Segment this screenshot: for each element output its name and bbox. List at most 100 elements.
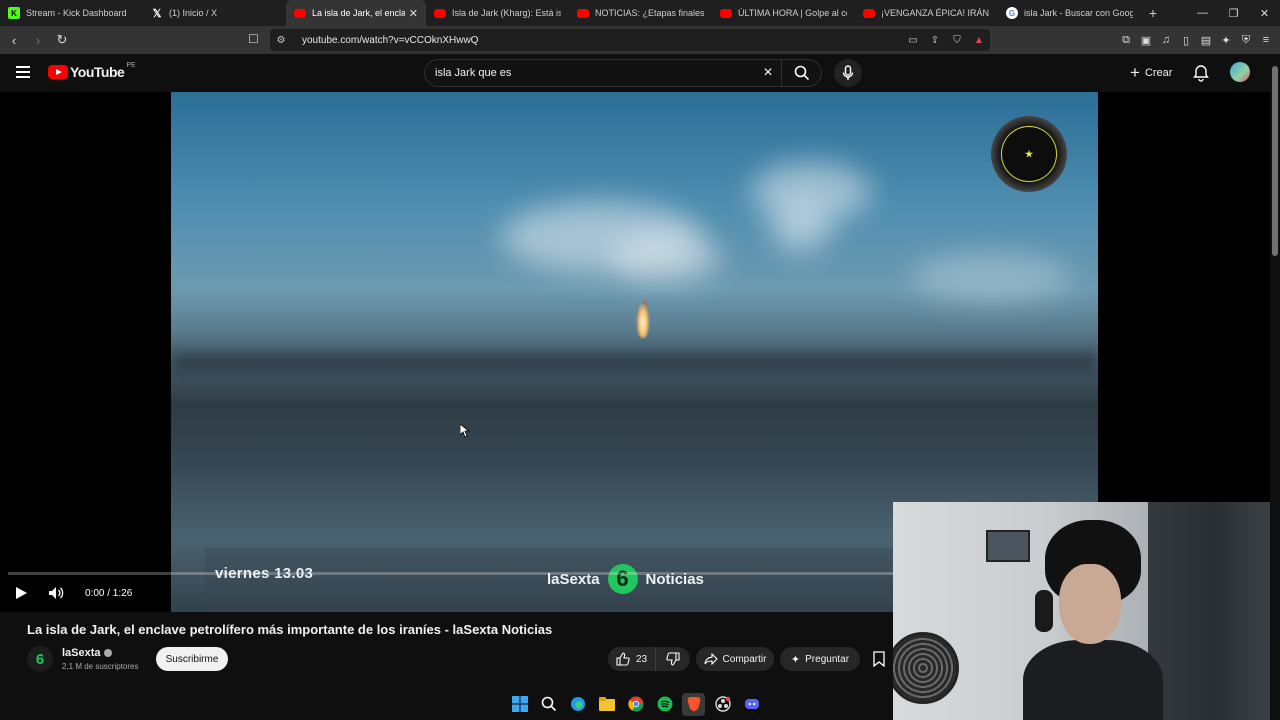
militia-emblem-logo: ★ <box>991 116 1067 192</box>
search-icon <box>794 65 809 81</box>
tab-label: Stream - Kick Dashboard <box>26 8 127 18</box>
mouse-cursor-icon <box>460 424 470 438</box>
tab-video-5[interactable]: ¡VENGANZA ÉPICA! IRÁN Aniq <box>855 0 998 26</box>
ask-label: Preguntar <box>805 653 850 665</box>
play-icon[interactable] <box>14 586 28 600</box>
sidebar-icon[interactable]: ▯ <box>1178 30 1194 50</box>
cloud-blur <box>911 252 1071 302</box>
browser-toolbar: ‹ › ↻ ☐ ⚙ youtube.com/watch?v=vCCOknXHww… <box>0 26 1280 54</box>
volume-icon[interactable] <box>48 586 64 600</box>
youtube-logo[interactable]: YouTube PE <box>48 61 136 80</box>
edge-icon[interactable] <box>566 693 589 716</box>
new-tab-button[interactable]: + <box>1141 5 1165 21</box>
like-button[interactable]: 23 <box>608 647 657 671</box>
account-avatar[interactable] <box>1230 62 1250 82</box>
vpn-icon[interactable]: ⛨ <box>1238 30 1254 50</box>
tab-video-4[interactable]: ÚLTIMA HORA | Golpe al coraz <box>712 0 855 26</box>
obs-icon[interactable] <box>711 693 734 716</box>
clear-search-icon[interactable]: × <box>755 64 781 82</box>
extensions-icon[interactable]: ⧉ <box>1118 30 1134 50</box>
share-button[interactable]: Compartir <box>696 647 774 671</box>
verified-badge-icon <box>103 649 112 658</box>
time-display: 0:00 / 1:26 <box>85 588 133 599</box>
youtube-icon <box>434 8 446 18</box>
bookmark-icon[interactable]: ☐ <box>248 32 259 46</box>
youtube-header: YouTube PE isla Jark que es × + Crear <box>0 54 1280 92</box>
country-code: PE <box>126 61 136 69</box>
brave-shield-icon[interactable]: ⛉ <box>946 35 968 46</box>
screenshot-icon[interactable]: ▣ <box>1138 30 1154 50</box>
subscribe-button[interactable]: Suscribirme <box>156 647 228 671</box>
channel-avatar[interactable]: 6 <box>27 646 53 672</box>
video-title: La isla de Jark, el enclave petrolífero … <box>27 622 553 637</box>
leo-ai-icon[interactable]: ✦ <box>1218 30 1234 50</box>
channel-name[interactable]: laSexta <box>62 647 112 659</box>
windows-taskbar <box>508 690 763 718</box>
tab-label: (1) Inicio / X <box>169 8 218 18</box>
page-scrollbar[interactable] <box>1270 54 1280 720</box>
notifications-bell-icon[interactable] <box>1192 64 1210 82</box>
save-to-playlist-icon[interactable] <box>872 651 886 667</box>
thumbs-down-icon <box>666 652 680 666</box>
tab-x-home[interactable]: 𝕏 (1) Inicio / X <box>143 0 286 26</box>
like-dislike-group: 23 <box>608 647 690 671</box>
streamer <box>1023 520 1163 720</box>
search-button[interactable] <box>781 60 821 86</box>
microphone-icon <box>842 65 854 80</box>
discord-icon[interactable] <box>740 693 763 716</box>
restore-icon[interactable]: ❐ <box>1218 0 1249 26</box>
tab-video-3[interactable]: NOTICIAS: ¿Etapas finales de la <box>569 0 712 26</box>
sparkle-icon: ✦ <box>790 653 801 666</box>
back-icon[interactable]: ‹ <box>4 30 24 50</box>
headset <box>1035 590 1053 632</box>
chrome-icon[interactable] <box>624 693 647 716</box>
tab-video-2[interactable]: Isla de Jark (Kharg): Está islita <box>426 0 569 26</box>
tab-label: La isla de Jark, el encla <box>312 8 405 18</box>
reload-icon[interactable]: ↻ <box>52 30 72 50</box>
tab-active-video[interactable]: La isla de Jark, el encla ✕ <box>286 0 426 26</box>
wall-picture <box>986 530 1030 562</box>
subscriber-count: 2,1 M de suscriptores <box>62 662 139 671</box>
tab-label: ¡VENGANZA ÉPICA! IRÁN Aniq <box>881 8 990 18</box>
webcam-overlay <box>893 502 1280 720</box>
file-explorer-icon[interactable] <box>595 693 618 716</box>
like-count: 23 <box>636 653 648 665</box>
media-icon[interactable]: ♫ <box>1158 30 1174 50</box>
scrollbar-thumb[interactable] <box>1272 66 1278 256</box>
minimize-icon[interactable]: — <box>1187 0 1218 26</box>
hamburger-menu-icon[interactable] <box>16 66 30 78</box>
site-info-icon[interactable]: ⚙ <box>270 35 292 46</box>
menu-icon[interactable]: ≡ <box>1258 30 1274 50</box>
close-window-icon[interactable]: ✕ <box>1249 0 1280 26</box>
thumbs-up-icon <box>616 652 630 666</box>
wallet-icon[interactable]: ▤ <box>1198 30 1214 50</box>
tab-label: isla Jark - Buscar con Google <box>1024 8 1133 18</box>
create-button[interactable]: + Crear <box>1124 62 1178 84</box>
cast-icon[interactable]: ▭ <box>902 35 924 46</box>
search-taskbar-icon[interactable] <box>537 693 560 716</box>
youtube-icon <box>720 8 732 18</box>
share-page-icon[interactable]: ⇪ <box>924 35 946 46</box>
spotify-icon[interactable] <box>653 693 676 716</box>
close-tab-icon[interactable]: ✕ <box>409 7 418 20</box>
forward-icon[interactable]: › <box>28 30 48 50</box>
rewards-icon[interactable]: ▲ <box>968 35 990 46</box>
tab-label: Isla de Jark (Kharg): Está islita <box>452 8 561 18</box>
tab-kick-dashboard[interactable]: K Stream - Kick Dashboard <box>0 0 143 26</box>
search-input[interactable]: isla Jark que es <box>435 67 755 79</box>
curtain <box>1148 502 1280 720</box>
url-text: youtube.com/watch?v=vCCOknXHwwQ <box>302 34 479 46</box>
channel-name-text: laSexta <box>62 647 101 659</box>
share-label: Compartir <box>722 653 767 665</box>
address-bar[interactable]: ⚙ youtube.com/watch?v=vCCOknXHwwQ ▭ ⇪ ⛉ … <box>270 29 990 51</box>
brave-icon[interactable] <box>682 692 705 716</box>
tab-google-search[interactable]: G isla Jark - Buscar con Google <box>998 0 1141 26</box>
plus-icon: + <box>1130 63 1140 82</box>
windows-start-icon[interactable] <box>508 693 531 716</box>
cloud-blur <box>771 202 831 252</box>
voice-search-button[interactable] <box>834 59 862 87</box>
ask-button[interactable]: ✦ Preguntar <box>780 647 860 671</box>
streamer-body <box>1023 640 1163 720</box>
emblem-inner: ★ <box>1001 126 1057 182</box>
dislike-button[interactable] <box>656 652 690 666</box>
